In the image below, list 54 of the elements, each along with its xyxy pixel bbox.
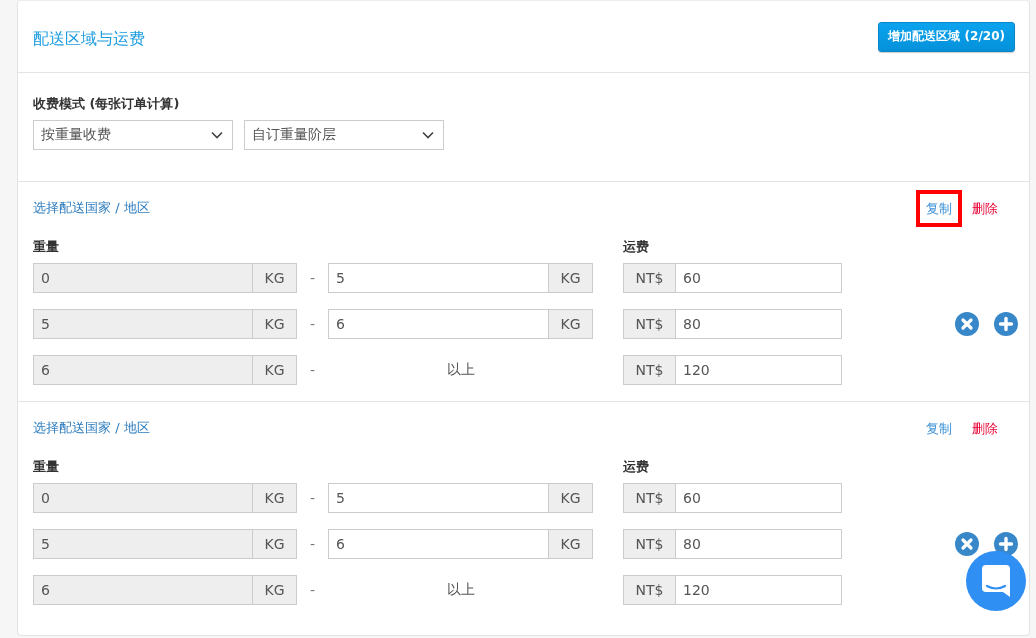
shipping-fee-field[interactable]: 60 [675,263,842,293]
currency-label: NT$ [623,483,675,513]
x-circle-icon[interactable] [955,532,979,556]
range-separator: - [309,362,316,378]
section-title: 配送区域与运费 [33,28,145,50]
currency-label: NT$ [623,355,675,385]
shipping-fee-field[interactable]: 120 [675,355,842,385]
copy-link[interactable]: 复制 [916,189,962,227]
unit-label: KG [253,355,297,385]
unit-label: KG [549,309,593,339]
range-separator: - [309,582,316,598]
chevron-down-icon [422,131,434,139]
currency-label: NT$ [623,263,675,293]
range-separator: - [309,316,316,332]
chevron-down-icon [211,131,223,139]
x-circle-icon[interactable] [955,312,979,336]
unit-label: KG [549,529,593,559]
weight-to-field[interactable]: 5 [328,263,549,293]
unit-label: KG [253,263,297,293]
unit-label: KG [549,483,593,513]
column-label: 重量 [33,459,59,474]
unit-label: KG [549,263,593,293]
weight-to-field[interactable]: 5 [328,483,549,513]
above-label: 以上 [446,361,475,379]
copy-link[interactable]: 复制 [926,418,952,438]
column-label: 运费 [623,458,649,476]
chat-icon[interactable] [966,551,1026,611]
shipping-fee-field[interactable]: 120 [675,575,842,605]
delete-link[interactable]: 删除 [972,198,998,218]
shipping-fee-field[interactable]: 80 [675,529,842,559]
unit-label: KG [253,529,297,559]
unit-label: KG [253,309,297,339]
range-separator: - [309,490,316,506]
plus-circle-icon[interactable] [994,312,1018,336]
column-label: 重量 [33,239,59,254]
shipping-fee-field[interactable]: 60 [675,483,842,513]
shipping-fee-field[interactable]: 80 [675,309,842,339]
currency-label: NT$ [623,529,675,559]
weight-to-field[interactable]: 6 [328,529,549,559]
unit-label: KG [253,483,297,513]
select-region-link[interactable]: 选择配送国家 / 地区 [33,418,150,438]
currency-label: NT$ [623,575,675,605]
unit-label: KG [253,575,297,605]
currency-label: NT$ [623,309,675,339]
weight-tier-select[interactable]: 自订重量阶层 [244,120,444,150]
field-label: 收费模式 (每张订单计算) [33,95,180,113]
select-region-link[interactable]: 选择配送国家 / 地区 [33,198,150,218]
column-label: 运费 [623,238,649,256]
weight-to-field[interactable]: 6 [328,309,549,339]
delete-link[interactable]: 删除 [972,418,998,438]
charge-mode-select[interactable]: 按重量收费 [33,120,233,150]
above-label: 以上 [446,581,475,599]
range-separator: - [309,536,316,552]
range-separator: - [309,270,316,286]
